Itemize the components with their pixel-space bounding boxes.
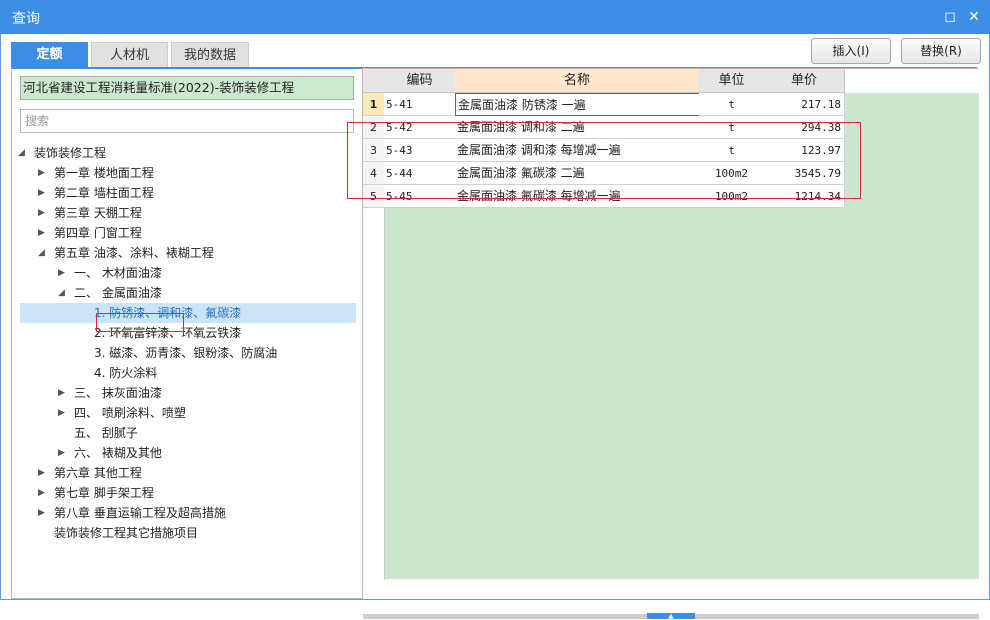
insert-button[interactable]: 插入(I) (811, 38, 891, 64)
replace-button[interactable]: 替换(R) (901, 38, 981, 64)
highlight-box (96, 313, 184, 332)
tree-node[interactable]: 4. 防火涂料 (20, 363, 356, 383)
tree-node-label: 4. 防火涂料 (94, 366, 158, 380)
tree-node-label: 六、 裱糊及其他 (74, 446, 162, 460)
tree-node[interactable]: 装饰装修工程其它措施项目 (20, 523, 356, 543)
collapsed-arrow-icon[interactable]: ▶ (58, 263, 65, 283)
tree-node[interactable]: ◢ 第五章 油漆、涂料、裱糊工程 (20, 243, 356, 263)
header-unit[interactable]: 单位 (699, 69, 765, 93)
collapsed-arrow-icon[interactable]: ▶ (38, 183, 45, 203)
cell-code[interactable]: 5-41 (384, 93, 456, 116)
header-corner (363, 69, 385, 93)
tree-node[interactable]: ▶ 三、 抹灰面油漆 (20, 383, 356, 403)
tree-node-label: 装饰装修工程其它措施项目 (54, 526, 199, 540)
tree-node[interactable]: ▶ 四、 喷刷涂料、喷塑 (20, 403, 356, 423)
tree-node-label: 3. 磁漆、沥青漆、银粉漆、防腐油 (94, 346, 278, 360)
restore-icon[interactable]: ◻ (940, 7, 960, 27)
tree-node[interactable]: ▶ 第八章 垂直运输工程及超高措施 (20, 503, 356, 523)
expanded-arrow-icon[interactable]: ◢ (18, 143, 25, 163)
tree-node-label: 第五章 油漆、涂料、裱糊工程 (54, 246, 214, 260)
tree-node-label: 二、 金属面油漆 (74, 286, 162, 300)
tree-node[interactable]: ▶ 第四章 门窗工程 (20, 223, 356, 243)
tree-node[interactable]: 2. 环氧富锌漆、环氧云铁漆 (20, 323, 356, 343)
tree-node-label: 第一章 楼地面工程 (54, 166, 154, 180)
tree-node-label: 第二章 墙柱面工程 (54, 186, 154, 200)
title-bar: 查询 ◻ ✕ (0, 0, 990, 34)
tree-node-label: 第四章 门窗工程 (54, 226, 142, 240)
window-title: 查询 (12, 11, 40, 27)
tree-node-label: 三、 抹灰面油漆 (74, 386, 162, 400)
tree-node[interactable]: ▶ 第七章 脚手架工程 (20, 483, 356, 503)
tree-node-label: 五、 刮腻子 (74, 426, 138, 440)
tree-node[interactable]: ◢ 二、 金属面油漆 (20, 283, 356, 303)
tree-node-label: 第六章 其他工程 (54, 466, 142, 480)
tab-labor-material-machine[interactable]: 人材机 (91, 42, 168, 68)
header-name[interactable]: 名称 (455, 69, 700, 93)
collapsed-arrow-icon[interactable]: ▶ (58, 403, 65, 423)
tab-my-data[interactable]: 我的数据 (171, 42, 249, 68)
tree-node-label: 装饰装修工程 (34, 146, 107, 160)
tree-node[interactable]: ▶ 第一章 楼地面工程 (20, 163, 356, 183)
tree-node-label: 第七章 脚手架工程 (54, 486, 154, 500)
collapsed-arrow-icon[interactable]: ▶ (38, 223, 45, 243)
header-code[interactable]: 编码 (384, 69, 456, 93)
cell-num[interactable]: 1 (363, 93, 385, 116)
query-window: 定额 人材机 我的数据 插入(I) 替换(R) 河北省建设工程消耗量标准(202… (0, 34, 990, 620)
expanded-arrow-icon[interactable]: ◢ (58, 283, 65, 303)
cell-unit[interactable]: t (699, 93, 765, 116)
tree-node-label: 第八章 垂直运输工程及超高措施 (54, 506, 226, 520)
horizontal-scrollbar[interactable]: ▲ (363, 613, 979, 620)
tree-node[interactable]: ▶ 第二章 墙柱面工程 (20, 183, 356, 203)
header-price[interactable]: 单价 (764, 69, 845, 93)
tab-quota[interactable]: 定额 (11, 42, 88, 68)
collapsed-arrow-icon[interactable]: ▶ (58, 383, 65, 403)
tree-node[interactable]: 1. 防锈漆、调和漆、氟碳漆 (20, 303, 356, 323)
tree-node[interactable]: 五、 刮腻子 (20, 423, 356, 443)
tree-node[interactable]: 3. 磁漆、沥青漆、银粉漆、防腐油 (20, 343, 356, 363)
expanded-arrow-icon[interactable]: ◢ (38, 243, 45, 263)
cell-price[interactable]: 217.18 (764, 93, 845, 116)
tree-node[interactable]: ▶ 六、 裱糊及其他 (20, 443, 356, 463)
collapsed-arrow-icon[interactable]: ▶ (38, 483, 45, 503)
tree-node[interactable]: ◢ 装饰装修工程 (18, 143, 356, 163)
collapsed-arrow-icon[interactable]: ▶ (38, 203, 45, 223)
tree-node-label: 一、 木材面油漆 (74, 266, 162, 280)
close-icon[interactable]: ✕ (964, 7, 984, 27)
standard-selector[interactable]: 河北省建设工程消耗量标准(2022)-装饰装修工程 (20, 76, 354, 100)
rows-highlight-box (347, 122, 861, 199)
tree-node[interactable]: ▶ 第六章 其他工程 (20, 463, 356, 483)
tree-node-label: 四、 喷刷涂料、喷塑 (74, 406, 186, 420)
cell-name[interactable]: 金属面油漆 防锈漆 一遍 (455, 93, 700, 116)
scroll-handle[interactable]: ▲ (647, 613, 695, 620)
tree-node-label: 第三章 天棚工程 (54, 206, 142, 220)
quota-grid: 编码 名称 单位 单价 1 5-41 金属面油漆 防锈漆 一遍 t 217.18 2 5-4… (347, 68, 979, 620)
tree-node[interactable]: ▶ 一、 木材面油漆 (20, 263, 356, 283)
left-panel: 河北省建设工程消耗量标准(2022)-装饰装修工程 ◢ 装饰装修工程 ▶ 第一章 楼地… (11, 68, 363, 599)
collapsed-arrow-icon[interactable]: ▶ (58, 443, 65, 463)
collapsed-arrow-icon[interactable]: ▶ (38, 463, 45, 483)
collapsed-arrow-icon[interactable]: ▶ (38, 503, 45, 523)
tree-node[interactable]: ▶ 第三章 天棚工程 (20, 203, 356, 223)
collapsed-arrow-icon[interactable]: ▶ (38, 163, 45, 183)
search-input[interactable] (20, 109, 354, 133)
